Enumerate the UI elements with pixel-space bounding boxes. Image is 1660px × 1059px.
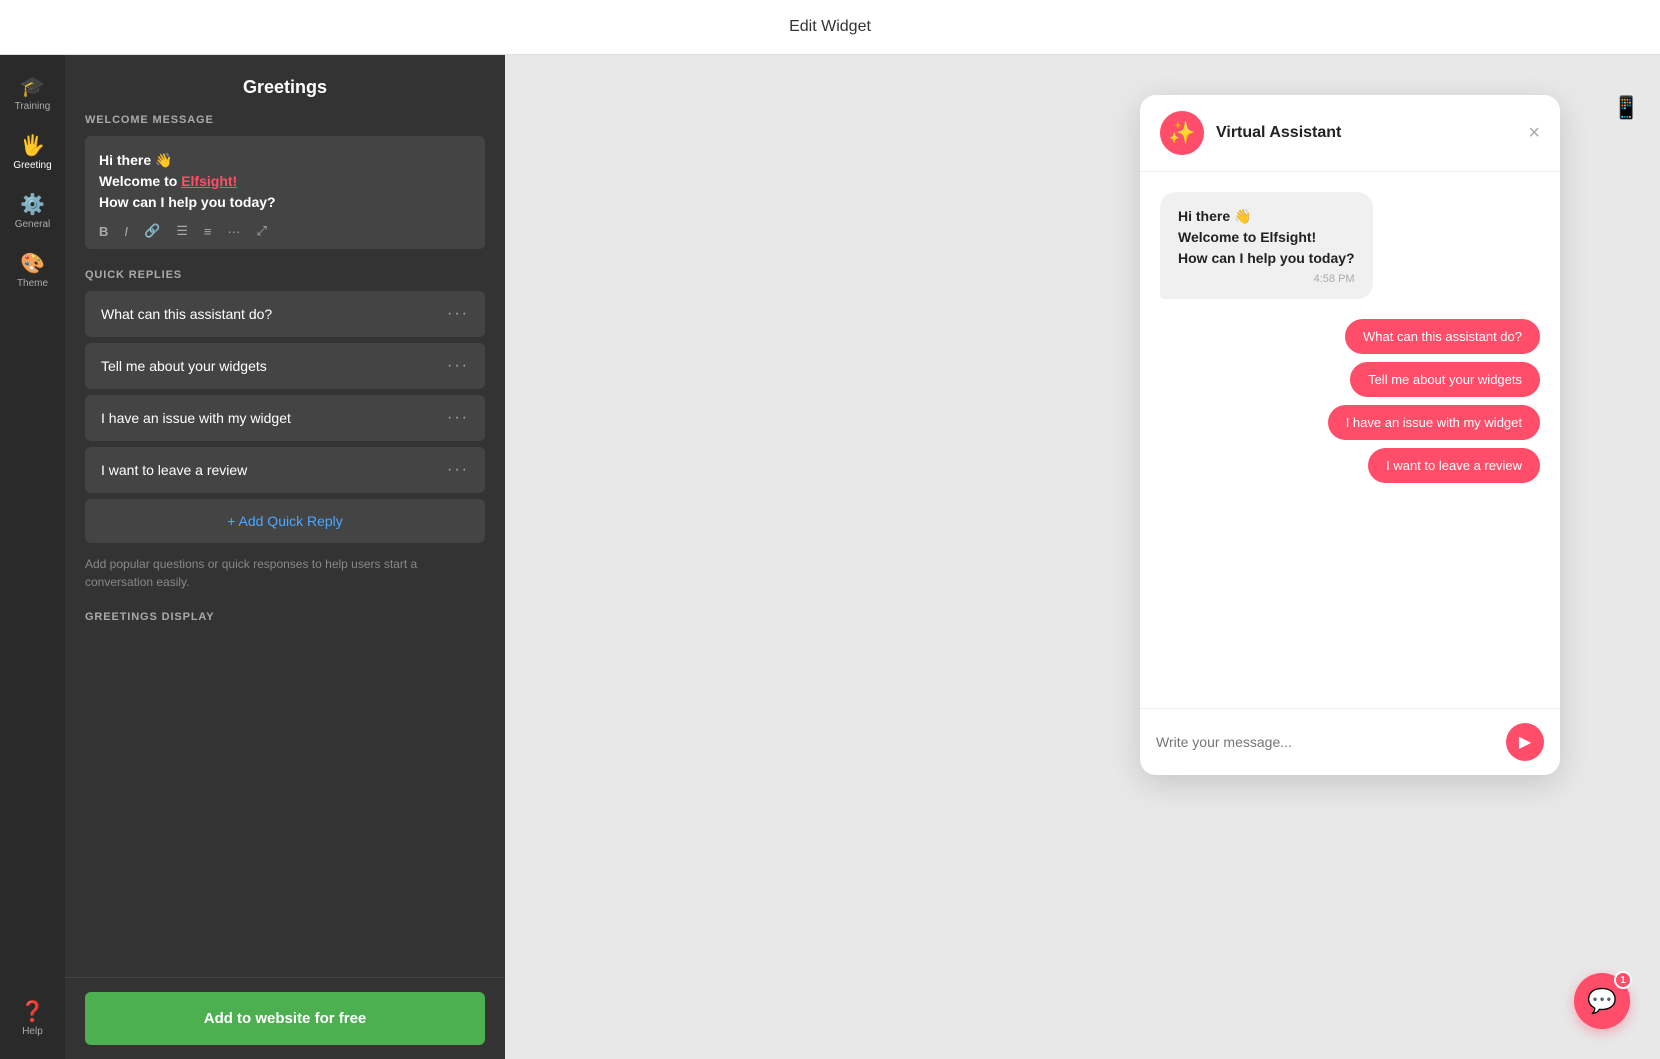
sidebar-label-help: Help (22, 1026, 43, 1037)
left-panel-bottom: Add to website for free (65, 977, 505, 1059)
add-quick-reply-label: + Add Quick Reply (227, 513, 343, 529)
left-panel-content: WELCOME MESSAGE Hi there 👋 Welcome to El… (65, 114, 505, 977)
chat-welcome-text: Hi there 👋 Welcome to Elfsight! How can … (1178, 206, 1355, 269)
training-icon: 🎓 (20, 77, 45, 97)
sidebar-label-general: General (15, 219, 51, 230)
preview-area: 📱 ✨ Virtual Assistant × Hi there 👋 Welco… (505, 55, 1660, 1059)
chat-line1: Hi there 👋 (1178, 206, 1355, 227)
add-quick-reply-button[interactable]: + Add Quick Reply (85, 499, 485, 543)
chat-line3: How can I help you today? (1178, 248, 1355, 269)
greetings-display-label: GREETINGS DISPLAY (85, 611, 485, 623)
floating-chat-button[interactable]: 💬 1 (1574, 973, 1630, 1029)
toolbar-expand[interactable]: ⤢ (252, 221, 270, 241)
sidebar-label-theme: Theme (17, 278, 48, 289)
toolbar-bold[interactable]: B (95, 222, 112, 241)
sidebar-label-training: Training (15, 101, 51, 112)
general-icon: ⚙️ (20, 195, 45, 215)
chat-avatar: ✨ (1160, 111, 1204, 155)
quick-reply-text-1: What can this assistant do? (101, 306, 272, 322)
sidebar-item-help[interactable]: ❓ Help (12, 990, 53, 1049)
chat-quick-reply-3[interactable]: I have an issue with my widget (1328, 405, 1540, 440)
welcome-message-box[interactable]: Hi there 👋 Welcome to Elfsight! How can … (85, 136, 485, 249)
toolbar-list1[interactable]: ☰ (172, 221, 192, 241)
quick-reply-text-3: I have an issue with my widget (101, 410, 291, 426)
left-panel: Greetings WELCOME MESSAGE Hi there 👋 Wel… (65, 55, 505, 1059)
page-title: Edit Widget (789, 18, 871, 36)
add-to-website-button[interactable]: Add to website for free (85, 992, 485, 1045)
toolbar-link[interactable]: 🔗 (140, 221, 164, 241)
top-bar: Edit Widget (0, 0, 1660, 55)
chat-header: ✨ Virtual Assistant × (1140, 95, 1560, 172)
welcome-line2: Welcome to Elfsight! (99, 171, 471, 192)
chat-quick-reply-2[interactable]: Tell me about your widgets (1350, 362, 1540, 397)
chat-messages: Hi there 👋 Welcome to Elfsight! How can … (1140, 172, 1560, 708)
sidebar-label-greeting: Greeting (13, 160, 51, 171)
chat-quick-reply-4[interactable]: I want to leave a review (1368, 448, 1540, 483)
left-panel-title: Greetings (65, 55, 505, 114)
chat-title: Virtual Assistant (1216, 124, 1516, 142)
floating-chat-icon: 💬 (1587, 987, 1617, 1016)
chat-line2: Welcome to Elfsight! (1178, 227, 1355, 248)
quick-reply-item-1[interactable]: What can this assistant do? ··· (85, 291, 485, 337)
mobile-icon[interactable]: 📱 (1613, 95, 1640, 121)
sidebar-item-training[interactable]: 🎓 Training (0, 65, 65, 124)
sidebar-item-greeting[interactable]: 🖐️ Greeting (0, 124, 65, 183)
avatar-emoji: ✨ (1168, 120, 1195, 146)
welcome-line1: Hi there 👋 (99, 150, 471, 171)
toolbar-more[interactable]: ··· (223, 222, 244, 241)
greeting-icon: 🖐️ (20, 136, 45, 156)
message-time: 4:58 PM (1178, 273, 1355, 285)
toolbar-list2[interactable]: ≡ (200, 222, 216, 241)
quick-reply-item-4[interactable]: I want to leave a review ··· (85, 447, 485, 493)
toolbar-italic[interactable]: I (120, 222, 132, 241)
quick-reply-item-3[interactable]: I have an issue with my widget ··· (85, 395, 485, 441)
quick-reply-dots-1[interactable]: ··· (447, 305, 469, 323)
notification-badge: 1 (1614, 971, 1632, 989)
chat-input[interactable] (1156, 734, 1496, 750)
quick-reply-dots-3[interactable]: ··· (447, 409, 469, 427)
welcome-line2-prefix: Welcome to (99, 173, 181, 189)
welcome-message-bubble: Hi there 👋 Welcome to Elfsight! How can … (1160, 192, 1373, 299)
main-content: 🎓 Training 🖐️ Greeting ⚙️ General 🎨 Them… (0, 55, 1660, 1059)
chat-send-button[interactable]: ▶ (1506, 723, 1544, 761)
sidebar-item-general[interactable]: ⚙️ General (0, 183, 65, 242)
quick-reply-dots-4[interactable]: ··· (447, 461, 469, 479)
quick-reply-dots-2[interactable]: ··· (447, 357, 469, 375)
sidebar-item-theme[interactable]: 🎨 Theme (0, 242, 65, 301)
quick-replies-section: QUICK REPLIES What can this assistant do… (85, 269, 485, 543)
quick-reply-text-2: Tell me about your widgets (101, 358, 267, 374)
chat-quick-reply-1[interactable]: What can this assistant do? (1345, 319, 1540, 354)
quick-reply-bubbles: What can this assistant do? Tell me abou… (1160, 319, 1540, 483)
quick-replies-label: QUICK REPLIES (85, 269, 485, 281)
chat-widget: ✨ Virtual Assistant × Hi there 👋 Welcome… (1140, 95, 1560, 775)
sidebar: 🎓 Training 🖐️ Greeting ⚙️ General 🎨 Them… (0, 55, 65, 1059)
quick-reply-item-2[interactable]: Tell me about your widgets ··· (85, 343, 485, 389)
theme-icon: 🎨 (20, 254, 45, 274)
help-icon: ❓ (20, 1002, 45, 1022)
chat-close-button[interactable]: × (1528, 123, 1540, 143)
send-icon: ▶ (1519, 732, 1531, 752)
welcome-toolbar: B I 🔗 ☰ ≡ ··· ⤢ (95, 221, 271, 241)
quick-reply-text-4: I want to leave a review (101, 462, 247, 478)
welcome-message-label: WELCOME MESSAGE (85, 114, 485, 126)
helper-text: Add popular questions or quick responses… (85, 555, 485, 591)
welcome-line2-highlight: Elfsight! (181, 173, 237, 189)
welcome-line3: How can I help you today? (99, 192, 471, 213)
welcome-text: Hi there 👋 Welcome to Elfsight! How can … (99, 150, 471, 213)
chat-input-area: ▶ (1140, 708, 1560, 775)
